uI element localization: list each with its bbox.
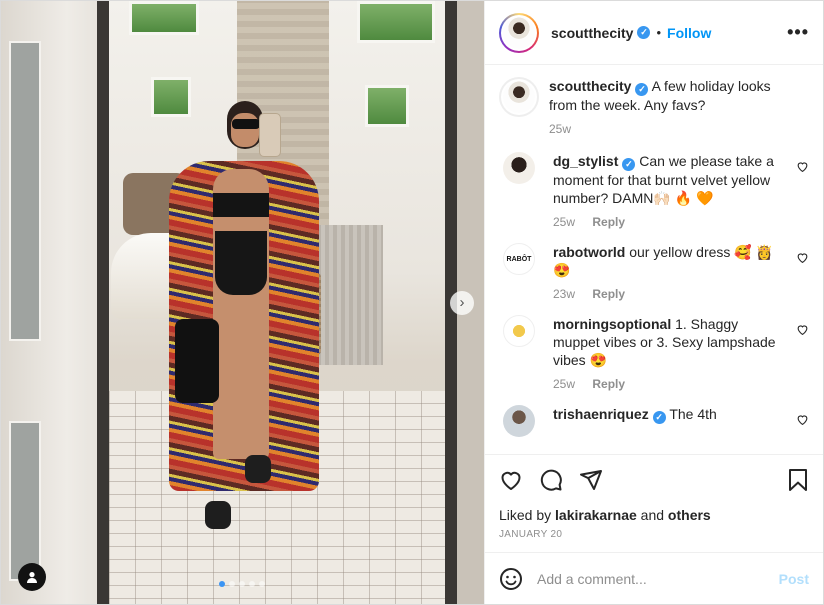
handbag bbox=[175, 319, 219, 403]
carousel-dot bbox=[219, 581, 225, 587]
save-button[interactable] bbox=[787, 468, 809, 492]
post-media[interactable]: › bbox=[1, 1, 484, 604]
post-actions: Liked by lakirakarnae and others JANUARY… bbox=[485, 454, 823, 552]
carousel-dot bbox=[229, 581, 235, 587]
carousel-dot bbox=[239, 581, 245, 587]
author-avatar[interactable] bbox=[499, 12, 539, 53]
door-panel bbox=[9, 41, 41, 341]
comment-username[interactable]: rabotworld bbox=[553, 244, 625, 260]
user-tag-button[interactable] bbox=[18, 563, 46, 591]
wall bbox=[1, 1, 111, 604]
liked-by-others[interactable]: others bbox=[668, 507, 711, 523]
comment-username[interactable]: morningsoptional bbox=[553, 316, 671, 332]
instagram-post: › scoutthecity ✓ • Follow ••• scouttheci… bbox=[0, 0, 824, 605]
post-header: scoutthecity ✓ • Follow ••• bbox=[485, 1, 823, 65]
sandal bbox=[205, 501, 231, 529]
author-avatar[interactable] bbox=[499, 77, 539, 117]
verified-icon: ✓ bbox=[652, 411, 666, 424]
comments-list[interactable]: scoutthecity ✓ A few holiday looks from t… bbox=[485, 65, 823, 454]
follow-button[interactable]: Follow bbox=[667, 25, 711, 41]
like-button[interactable] bbox=[499, 468, 523, 492]
author-username[interactable]: scoutthecity bbox=[551, 25, 633, 41]
phone bbox=[259, 113, 281, 157]
comment-time: 23w bbox=[553, 287, 576, 301]
reply-button[interactable]: Reply bbox=[592, 215, 625, 229]
comment-username[interactable]: trishaenriquez bbox=[553, 406, 649, 422]
window bbox=[151, 77, 191, 117]
likes-summary: Liked by lakirakarnae and others bbox=[499, 507, 711, 523]
liked-by-user[interactable]: lakirakarnae bbox=[555, 507, 637, 523]
heart-icon[interactable] bbox=[796, 251, 809, 264]
carousel-next-button[interactable]: › bbox=[450, 291, 474, 315]
emoji-icon[interactable] bbox=[499, 567, 523, 591]
door-panel bbox=[9, 421, 41, 581]
heart-icon[interactable] bbox=[796, 160, 809, 173]
verified-icon: ✓ bbox=[637, 26, 651, 39]
share-icon bbox=[580, 470, 602, 490]
verified-icon: ✓ bbox=[635, 83, 649, 96]
stylist-avatar[interactable] bbox=[503, 152, 535, 184]
sun-logo-avatar[interactable] bbox=[503, 315, 535, 347]
add-comment-bar: Post bbox=[485, 552, 823, 604]
sunglasses bbox=[232, 119, 260, 129]
reply-button[interactable]: Reply bbox=[592, 377, 625, 391]
caption-username[interactable]: scoutthecity bbox=[549, 78, 631, 94]
more-icon[interactable]: ••• bbox=[787, 22, 809, 43]
post-date: JANUARY 20 bbox=[499, 529, 563, 540]
comment-input[interactable] bbox=[537, 570, 779, 587]
comment-icon bbox=[540, 469, 562, 491]
mirror-image bbox=[109, 1, 445, 604]
share-button[interactable] bbox=[579, 468, 603, 492]
swim-bottoms bbox=[215, 231, 267, 295]
caption-time: 25w bbox=[549, 122, 572, 136]
heart-icon bbox=[501, 471, 521, 490]
comment-text: The 4th bbox=[669, 406, 717, 422]
comment-time: 25w bbox=[553, 377, 576, 391]
window bbox=[357, 1, 435, 43]
sandal bbox=[245, 455, 271, 483]
chevron-right-icon: › bbox=[459, 294, 465, 311]
caption: scoutthecity ✓ A few holiday looks from t… bbox=[499, 77, 809, 136]
comment-item: trishaenriquez ✓ The 4th bbox=[503, 405, 809, 437]
window bbox=[365, 85, 409, 127]
comment-time: 25w bbox=[553, 215, 576, 229]
post-comment-button[interactable]: Post bbox=[779, 571, 809, 587]
comment-button[interactable] bbox=[539, 468, 563, 492]
carousel-dot bbox=[259, 581, 265, 587]
verified-icon: ✓ bbox=[622, 158, 636, 171]
bookmark-icon bbox=[789, 469, 807, 491]
person-avatar[interactable] bbox=[503, 405, 535, 437]
comment-item: dg_stylist ✓ Can we please take a moment … bbox=[503, 152, 809, 229]
swim-top bbox=[213, 193, 269, 217]
comment-username[interactable]: dg_stylist bbox=[553, 153, 618, 169]
carousel-dot bbox=[249, 581, 255, 587]
heart-icon[interactable] bbox=[796, 323, 809, 336]
user-tag-icon bbox=[27, 572, 37, 583]
carousel-dots bbox=[219, 581, 265, 587]
reply-button[interactable]: Reply bbox=[592, 287, 625, 301]
separator: • bbox=[656, 25, 662, 40]
rabot-avatar[interactable]: RABÔT bbox=[503, 243, 535, 275]
window bbox=[129, 1, 199, 35]
comment-item: morningsoptional 1. Shaggy muppet vibes … bbox=[503, 315, 809, 391]
heart-icon[interactable] bbox=[796, 413, 809, 426]
comment-item: RABÔT rabotworld our yellow dress 🥰 👸 😍 … bbox=[503, 243, 809, 301]
post-sidebar: scoutthecity ✓ • Follow ••• scoutthecity… bbox=[484, 1, 823, 604]
